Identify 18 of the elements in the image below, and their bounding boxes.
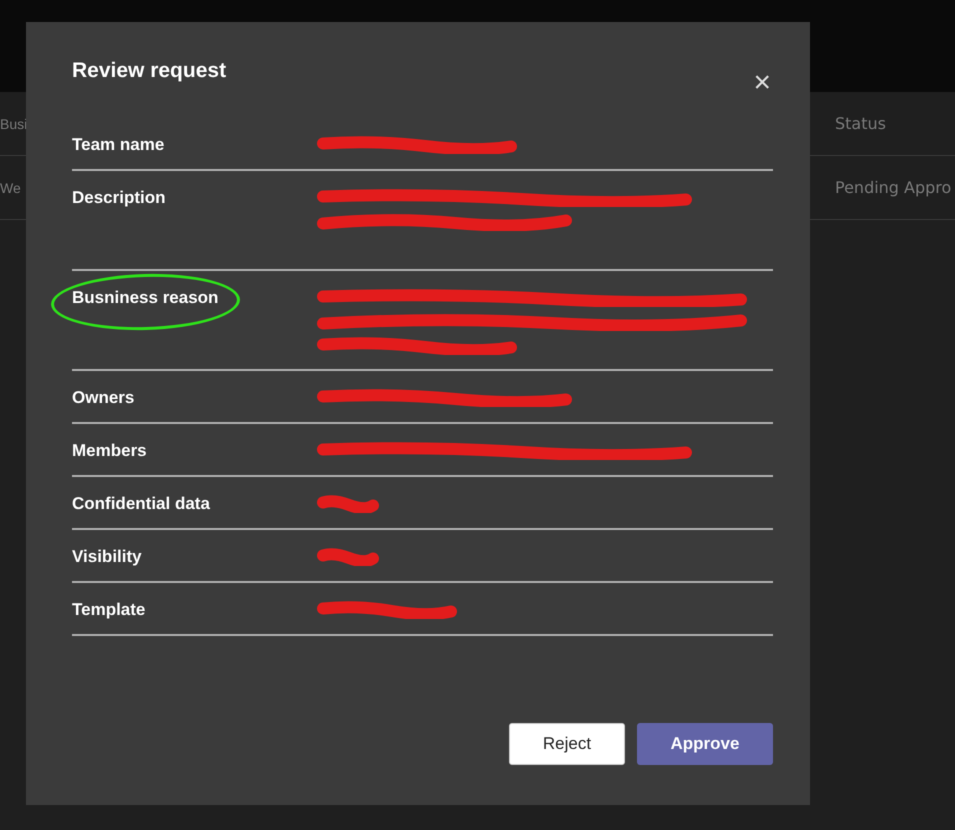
approve-button[interactable]: Approve [637,723,773,765]
dialog-title: Review request [72,59,226,83]
field-label: Owners [72,388,134,408]
field-label: Visibility [72,547,142,567]
field-label: Description [72,188,166,208]
field-label: Team name [72,135,164,155]
column-header: Status [835,114,886,133]
field-label: Confidential data [72,494,210,514]
reject-button[interactable]: Reject [509,723,625,765]
field-label: Template [72,600,146,620]
field-label: Busniness reason [72,288,218,308]
table-cell: Pending Appro [835,178,952,197]
field-label: Members [72,441,147,461]
redaction-scribble [315,548,381,566]
redaction-scribble [315,495,381,513]
table-cell: We [0,180,21,196]
column-header: Busi [0,116,28,132]
close-button[interactable]: × [751,70,773,96]
